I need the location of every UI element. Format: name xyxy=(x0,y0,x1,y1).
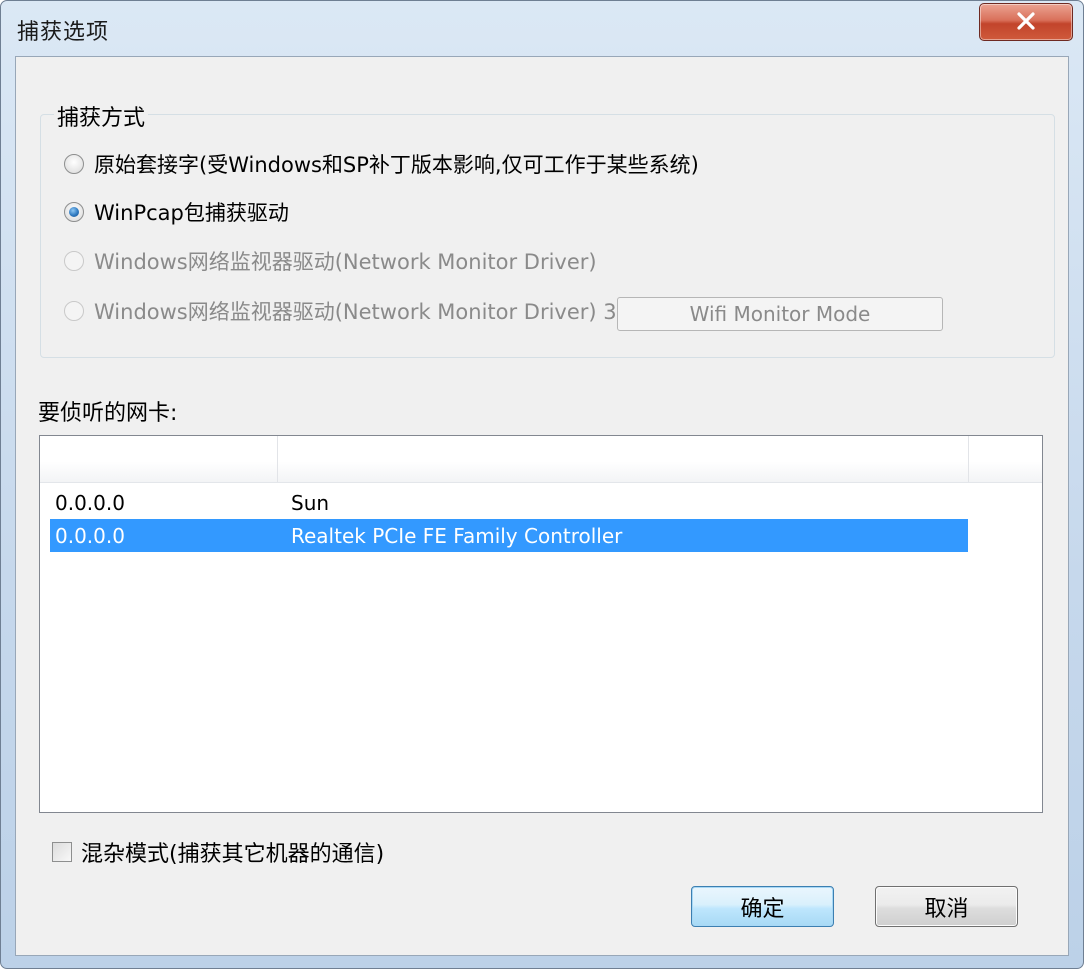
adapter-ip: 0.0.0.0 xyxy=(55,524,125,548)
radio-winpcap[interactable]: WinPcap包捕获驱动 xyxy=(64,197,289,227)
radio-netmon-driver-button xyxy=(64,251,84,271)
adapter-row[interactable]: 0.0.0.0 Sun xyxy=(50,486,968,519)
adapters-label: 要侦听的网卡: xyxy=(38,401,178,426)
adapter-name: Realtek PCIe FE Family Controller xyxy=(291,524,623,548)
adapter-name: Sun xyxy=(291,491,330,515)
radio-raw-socket-label: 原始套接字(受Windows和SP补丁版本影响,仅可工作于某些系统) xyxy=(94,153,699,177)
promiscuous-mode-label: 混杂模式(捕获其它机器的通信) xyxy=(81,842,385,867)
radio-winpcap-button[interactable] xyxy=(64,202,84,222)
close-icon xyxy=(1017,12,1035,30)
dialog-title: 捕获选项 xyxy=(17,20,110,45)
promiscuous-mode-option[interactable]: 混杂模式(捕获其它机器的通信) xyxy=(52,837,384,867)
radio-raw-socket-button[interactable] xyxy=(64,154,84,174)
radio-netmon-driver-label: Windows网络监视器驱动(Network Monitor Driver) xyxy=(94,250,597,274)
capture-mode-group-label: 捕获方式 xyxy=(54,100,149,132)
radio-netmon-driver-3-button xyxy=(64,301,84,321)
radio-netmon-driver: Windows网络监视器驱动(Network Monitor Driver) xyxy=(64,246,597,276)
radio-netmon-driver-3: Windows网络监视器驱动(Network Monitor Driver) 3 xyxy=(64,296,617,326)
title-bar[interactable]: 捕获选项 xyxy=(1,1,1083,55)
column-divider[interactable] xyxy=(968,436,969,482)
adapter-list-header xyxy=(40,436,1042,483)
column-divider[interactable] xyxy=(277,436,278,482)
adapter-ip: 0.0.0.0 xyxy=(55,491,125,515)
adapter-list[interactable]: 0.0.0.0 Sun 0.0.0.0 Realtek PCIe FE Fami… xyxy=(39,435,1043,813)
wifi-monitor-mode-button: Wifi Monitor Mode xyxy=(617,297,943,331)
close-button[interactable] xyxy=(979,3,1073,41)
promiscuous-mode-checkbox[interactable] xyxy=(52,842,72,862)
radio-netmon-driver-3-label: Windows网络监视器驱动(Network Monitor Driver) 3 xyxy=(94,300,617,324)
radio-raw-socket[interactable]: 原始套接字(受Windows和SP补丁版本影响,仅可工作于某些系统) xyxy=(64,149,699,179)
capture-options-dialog: 捕获选项 捕获方式 原始套接字(受Windows和SP补丁版本影响,仅可工作于某… xyxy=(0,0,1084,969)
ok-button[interactable]: 确定 xyxy=(691,886,834,927)
radio-winpcap-label: WinPcap包捕获驱动 xyxy=(94,201,289,225)
adapter-row-selected[interactable]: 0.0.0.0 Realtek PCIe FE Family Controlle… xyxy=(50,519,968,552)
dialog-client-area: 捕获方式 原始套接字(受Windows和SP补丁版本影响,仅可工作于某些系统) … xyxy=(15,56,1069,956)
cancel-button[interactable]: 取消 xyxy=(875,886,1018,927)
